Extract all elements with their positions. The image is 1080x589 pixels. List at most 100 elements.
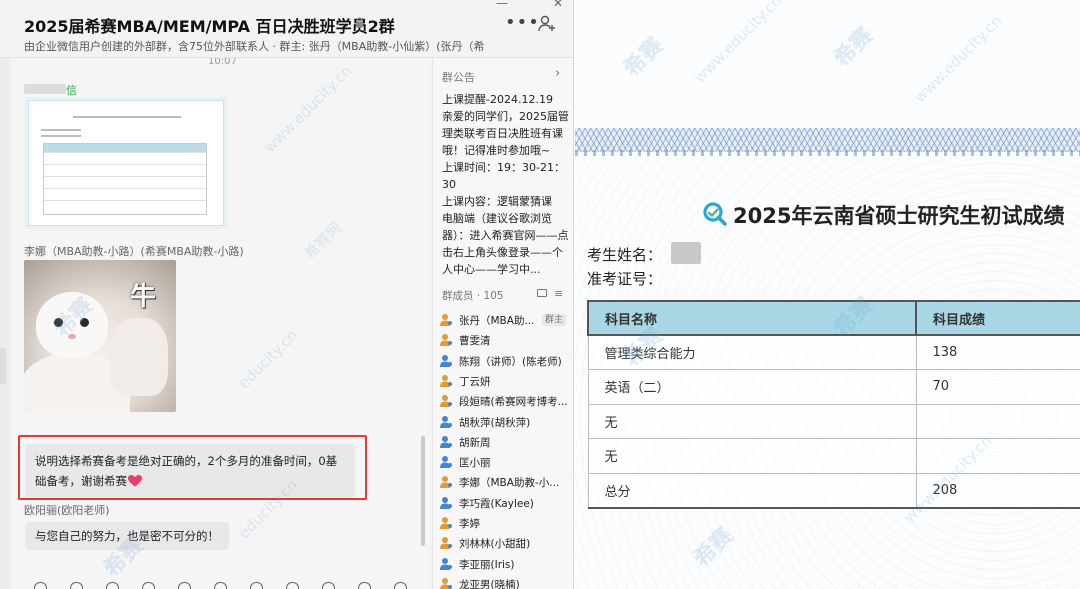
person-icon xyxy=(440,314,452,326)
message-timestamp: 10:07 xyxy=(208,58,237,67)
add-member-icon[interactable] xyxy=(537,14,557,34)
subject-cell: 管理类综合能力 xyxy=(587,334,917,370)
mention-icon[interactable] xyxy=(322,582,335,589)
link-icon[interactable] xyxy=(286,582,299,589)
security-pattern-band xyxy=(575,128,1080,152)
member-item[interactable]: 龙亚男(晓楠) xyxy=(440,574,572,589)
person-icon xyxy=(440,517,452,529)
subject-cell: 总分 xyxy=(587,472,917,509)
message-bubble[interactable]: 与您自己的努力，也是密不可分的！ xyxy=(25,522,229,550)
score-cell xyxy=(915,403,1080,439)
more-options-icon[interactable]: ••• xyxy=(505,12,540,33)
sender-tag: 信 xyxy=(66,84,77,97)
member-name: 李婷 xyxy=(459,518,480,530)
member-name: 李巧霞(Kaylee) xyxy=(459,497,534,510)
person-icon xyxy=(440,476,452,489)
chat-header: 2025届希赛MBA/MEM/MPA 百日决胜班学员2群 由企业微信用户创建的外… xyxy=(0,0,573,58)
column-header: 科目成绩 xyxy=(915,300,1080,336)
member-item[interactable]: 丁云妍 xyxy=(440,371,572,391)
person-icon xyxy=(440,415,452,428)
scissors-icon[interactable] xyxy=(70,582,83,589)
minimize-button[interactable]: — xyxy=(496,0,508,10)
group-side-panel: 群公告 › 上课提醒-2024.12.19 亲爱的同学们，2025届管理类联考百… xyxy=(432,58,573,589)
member-name: 龙亚男(晓楠) xyxy=(459,578,520,589)
thumb-table xyxy=(43,143,207,215)
column-header: 科目名称 xyxy=(587,300,917,336)
message-bubble[interactable]: 说明选择希赛备考是绝对正确的，2个多月的准备时间，0基础备考，谢谢希赛 xyxy=(25,444,355,498)
member-item[interactable]: 段姮晴(希赛网考博考... xyxy=(440,391,572,411)
document-icon[interactable] xyxy=(250,582,263,589)
member-name: 陈翔（讲师）(陈老师) xyxy=(459,355,562,368)
thumb-title-line xyxy=(73,116,181,118)
score-cell: 208 xyxy=(915,472,1080,509)
person-icon xyxy=(440,435,452,448)
score-cell xyxy=(915,438,1080,474)
lock-icon xyxy=(356,17,363,28)
left-rail xyxy=(0,58,10,589)
member-item[interactable]: 张丹（MBA助... 群主 xyxy=(440,310,572,330)
close-button[interactable]: ✕ xyxy=(553,0,563,10)
owner-badge: 群主 xyxy=(542,314,567,326)
member-name: 曹雯清 xyxy=(459,335,491,348)
member-name: 李娜（MBA助教-小... xyxy=(459,477,560,490)
subject-cell: 英语（二） xyxy=(587,369,917,405)
group-notice-text[interactable]: 上课提醒-2024.12.19 亲爱的同学们，2025届管理类联考百日决胜班有课… xyxy=(442,91,570,277)
score-screenshot-thumbnail[interactable] xyxy=(28,100,224,226)
input-toolbar xyxy=(10,578,430,589)
score-report-document: 2025年云南省硕士研究生初试成绩 考生姓名： 准考证号： 科目名称 科目成绩 … xyxy=(575,0,1080,589)
person-icon xyxy=(440,334,452,347)
calendar-icon[interactable] xyxy=(214,582,227,589)
member-name: 刘林林(小甜甜) xyxy=(459,538,531,551)
person-icon xyxy=(440,537,452,550)
member-item[interactable]: 陈翔（讲师）(陈老师) xyxy=(440,351,572,371)
history-icon[interactable] xyxy=(178,582,191,589)
group-subtitle: 由企业微信用户创建的外部群，含75位外部联系人 · 群主: 张丹（MBA助教-小… xyxy=(24,40,484,53)
member-item[interactable]: 匡小丽 xyxy=(440,452,572,472)
voice-icon[interactable] xyxy=(358,582,371,589)
member-name: 胡新周 xyxy=(459,436,491,449)
candidate-name-label: 考生姓名： xyxy=(587,246,663,264)
member-item[interactable]: 曹雯清 xyxy=(440,330,572,350)
person-icon xyxy=(440,557,452,570)
folder-icon[interactable] xyxy=(106,582,119,589)
message-text: 说明选择希赛备考是绝对正确的，2个多月的准备时间，0基础备考，谢谢希赛 xyxy=(35,454,338,488)
score-table: 科目名称 科目成绩 管理类综合能力 138 英语（二） 70 无 无 总分 20… xyxy=(587,300,1080,509)
table-header-row: 科目名称 科目成绩 xyxy=(587,300,1080,336)
subject-cell: 无 xyxy=(587,438,917,474)
rail-active-marker xyxy=(0,348,6,384)
member-item[interactable]: 胡新周 xyxy=(440,432,572,452)
member-item[interactable]: 胡秋萍(胡秋萍) xyxy=(440,412,572,432)
cat-sticker-image[interactable]: 牛 xyxy=(24,260,176,412)
message-scrollbar[interactable] xyxy=(421,436,425,546)
chevron-right-icon[interactable]: › xyxy=(555,66,560,81)
message-area[interactable]: 10:07 信 李娜（MBA助教-小路）(希赛MBA助教-小路) 牛 说明选择希… xyxy=(10,58,430,589)
table-row: 无 xyxy=(587,438,1080,474)
member-item[interactable]: 刘林林(小甜甜) xyxy=(440,533,572,553)
table-row: 英语（二） 70 xyxy=(587,369,1080,405)
screenshot-icon[interactable] xyxy=(142,582,155,589)
group-members-label: 群成员 · 105 xyxy=(442,290,504,302)
member-item[interactable]: 李巧霞(Kaylee) xyxy=(440,493,572,513)
person-icon xyxy=(440,374,452,387)
group-title: 2025届希赛MBA/MEM/MPA 百日决胜班学员2群 xyxy=(24,17,395,36)
member-item[interactable]: 李婷 xyxy=(440,513,572,533)
member-name: 匡小丽 xyxy=(459,457,491,470)
sender-name-redacted xyxy=(24,84,66,94)
score-cell: 70 xyxy=(915,369,1080,405)
message-icon[interactable] xyxy=(537,289,547,297)
subject-cell: 无 xyxy=(587,403,917,439)
member-item[interactable]: 李娜（MBA助教-小... xyxy=(440,472,572,492)
person-icon xyxy=(440,577,452,589)
member-name: 丁云妍 xyxy=(459,375,491,388)
more-tools-icon[interactable] xyxy=(394,582,407,589)
member-item[interactable]: 李亚丽(Iris) xyxy=(440,554,572,574)
cat-face xyxy=(36,292,108,358)
person-icon xyxy=(440,496,452,509)
emoji-icon[interactable] xyxy=(34,582,47,589)
candidate-name-redacted xyxy=(671,242,701,264)
member-list-icon[interactable]: ≡ xyxy=(554,287,563,300)
table-row: 无 xyxy=(587,403,1080,439)
cat-paw xyxy=(110,318,168,396)
member-name: 段姮晴(希赛网考博考... xyxy=(459,396,568,409)
table-row: 总分 208 xyxy=(587,472,1080,509)
